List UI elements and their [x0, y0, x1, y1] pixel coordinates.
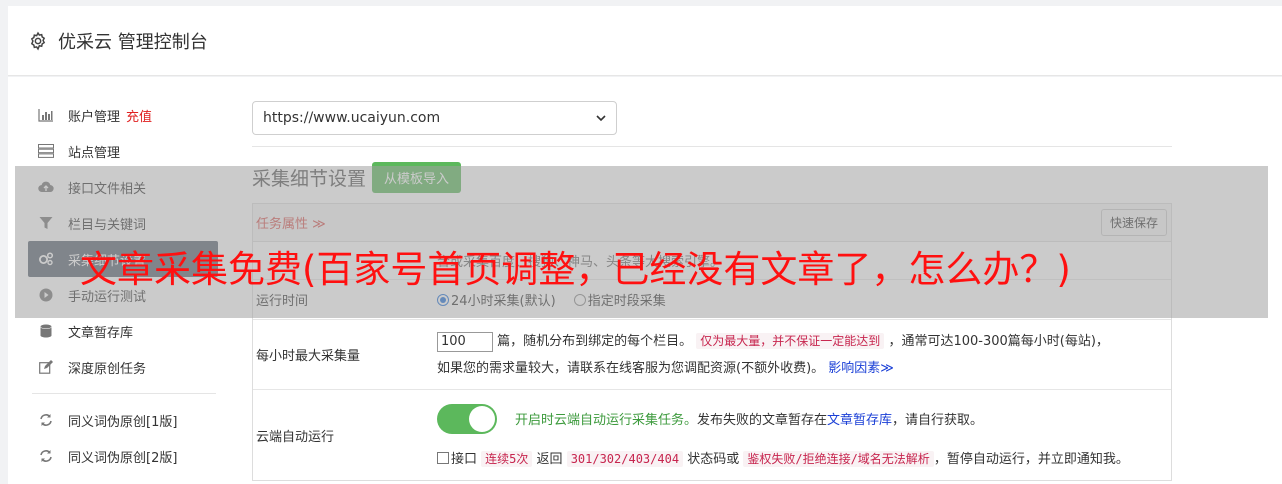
chevron-down-icon — [596, 115, 606, 122]
refresh-icon — [38, 412, 54, 428]
divider — [252, 146, 1172, 147]
cloud-run-row: 云端自动运行 开启时云端自动运行采集任务。发布失败的文章暂存在文章暂存库，请自行… — [253, 390, 1171, 480]
top-bar: 优采云 管理控制台 — [8, 6, 1282, 76]
sidebar-item-label: 站点管理 — [68, 145, 121, 161]
quick-save-button[interactable]: 快速保存 — [1100, 209, 1167, 236]
site-select-value: https://www.ucaiyun.com — [263, 110, 441, 126]
filter-icon — [38, 215, 54, 231]
gear-icon — [30, 31, 46, 50]
cloud-run-toggle[interactable] — [437, 403, 497, 434]
sidebar-item-account[interactable]: 账户管理 充值 — [28, 97, 218, 133]
refresh-icon — [38, 448, 54, 464]
section-header: 采集细节设置 从模板导入 — [252, 161, 1172, 193]
sidebar-item-synonym-v1[interactable]: 同义词伪原创[1版] — [28, 402, 218, 438]
sidebar-item-label: 账户管理 — [68, 109, 121, 125]
pause-notify-checkbox[interactable] — [437, 451, 449, 464]
sidebar-item-deep-original[interactable]: 深度原创任务 — [28, 349, 218, 385]
sidebar-item-interface-files[interactable]: 接口文件相关 — [28, 169, 218, 205]
max-rate-input[interactable]: 100 — [437, 331, 493, 352]
server-icon — [38, 143, 54, 159]
sidebar-item-sites[interactable]: 站点管理 — [28, 133, 218, 169]
cloud-upload-icon — [38, 179, 54, 195]
sidebar-item-label: 同义词伪原创[2版] — [68, 450, 178, 466]
cloud-run-label: 云端自动运行 — [256, 429, 335, 445]
edit-icon — [38, 359, 54, 375]
sidebar-item-label: 栏目与关键词 — [68, 217, 147, 233]
task-attributes-toggle[interactable]: 任务属性 ≫ — [256, 213, 326, 232]
sidebar-item-label: 接口文件相关 — [68, 181, 147, 197]
max-rate-label: 每小时最大采集量 — [256, 349, 361, 364]
section-title: 采集细节设置 — [252, 167, 367, 190]
import-template-button[interactable]: 从模板导入 — [372, 161, 462, 193]
app-title: 优采云 管理控制台 — [58, 31, 208, 53]
sidebar-item-label: 同义词伪原创[1版] — [68, 414, 178, 430]
panel-header: 任务属性 ≫ 快速保存 — [253, 204, 1171, 242]
recharge-link[interactable]: 充值 — [126, 106, 152, 125]
sidebar-item-label: 深度原创任务 — [68, 361, 147, 377]
max-rate-row: 每小时最大采集量 100 篇，随机分布到绑定的每个栏目。 仅为最大量，并不保证一… — [253, 320, 1171, 390]
article-storage-link[interactable]: 文章暂存库 — [827, 413, 892, 428]
sidebar-item-columns-keywords[interactable]: 栏目与关键词 — [28, 205, 218, 241]
bar-chart-icon — [38, 107, 54, 123]
overlay-headline: 文章采集免费(百家号首页调整，已经没有文章了，怎么办？) — [80, 248, 1071, 291]
factors-link[interactable]: 影响因素≫ — [828, 361, 894, 376]
sidebar-divider — [32, 393, 216, 394]
max-rate-note: 仅为最大量，并不保证一定能达到 — [696, 332, 885, 349]
sidebar-item-synonym-v2[interactable]: 同义词伪原创[2版] — [28, 438, 218, 474]
site-select[interactable]: https://www.ucaiyun.com — [252, 101, 617, 135]
database-icon — [38, 323, 54, 339]
gears-icon — [38, 251, 54, 267]
play-circle-icon — [38, 287, 54, 303]
sidebar-item-label: 文章暂存库 — [68, 325, 134, 341]
sidebar-item-article-storage[interactable]: 文章暂存库 — [28, 313, 218, 349]
